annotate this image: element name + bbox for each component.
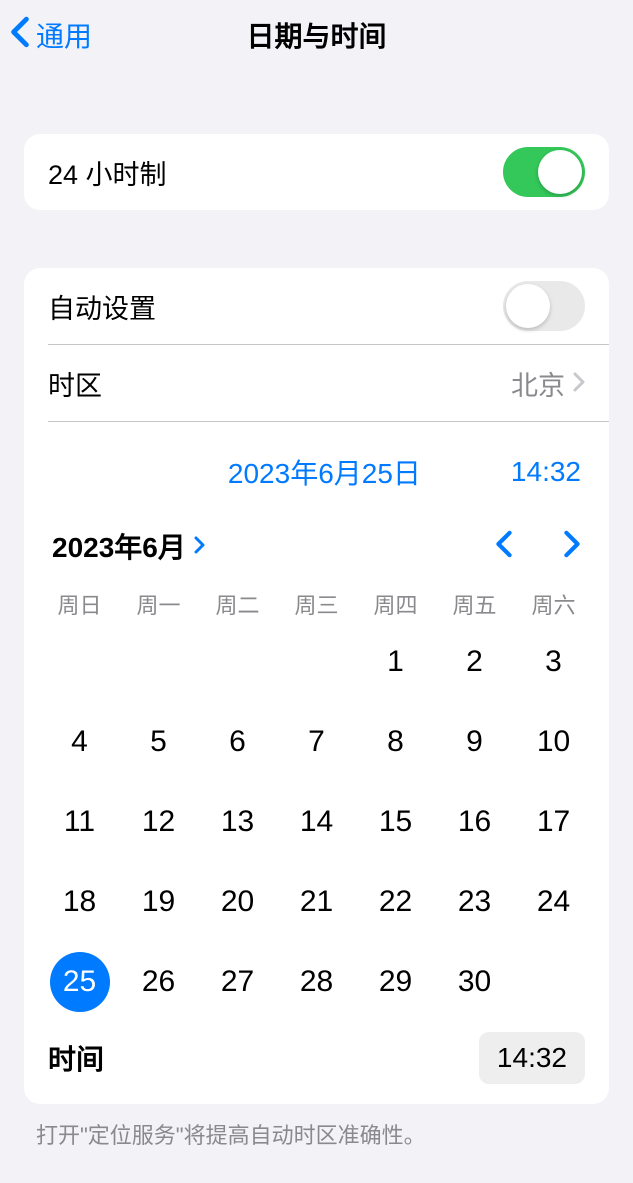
time-label: 时间 — [48, 1038, 104, 1078]
calendar-day[interactable]: 27 — [198, 952, 277, 1012]
calendar-day[interactable]: 26 — [119, 952, 198, 1012]
back-button[interactable]: 通用 — [10, 15, 92, 55]
calendar-day[interactable]: 14 — [277, 792, 356, 852]
chevron-left-icon — [10, 16, 30, 55]
weekday-label: 周一 — [119, 588, 198, 620]
calendar-day[interactable]: 3 — [514, 632, 593, 692]
calendar-day[interactable]: 19 — [119, 872, 198, 932]
calendar-day[interactable]: 25 — [40, 952, 119, 1012]
24-hour-label: 24 小时制 — [48, 153, 167, 192]
footer-hint: 打开"定位服务"将提高自动时区准确性。 — [36, 1118, 597, 1150]
calendar-day[interactable]: 10 — [514, 712, 593, 772]
calendar-day[interactable]: 30 — [435, 952, 514, 1012]
calendar-day[interactable]: 1 — [356, 632, 435, 692]
page-title: 日期与时间 — [0, 15, 633, 55]
weekday-label: 周五 — [435, 588, 514, 620]
auto-set-label: 自动设置 — [48, 287, 156, 326]
weekday-label: 周二 — [198, 588, 277, 620]
row-timezone[interactable]: 时区 北京 — [24, 345, 609, 421]
calendar-day[interactable]: 2 — [435, 632, 514, 692]
calendar-day[interactable]: 20 — [198, 872, 277, 932]
row-auto-set: 自动设置 — [24, 268, 609, 344]
calendar-day[interactable]: 24 — [514, 872, 593, 932]
calendar-day[interactable]: 12 — [119, 792, 198, 852]
calendar-day[interactable]: 9 — [435, 712, 514, 772]
chevron-right-icon — [194, 530, 206, 562]
time-picker-button[interactable]: 14:32 — [479, 1032, 585, 1084]
24-hour-toggle[interactable] — [503, 147, 585, 197]
prev-month-button[interactable] — [495, 530, 513, 563]
month-year-label: 2023年6月 — [52, 526, 186, 566]
selected-date-display[interactable]: 2023年6月25日 — [228, 452, 421, 492]
timezone-label: 时区 — [48, 364, 102, 403]
calendar-day[interactable]: 8 — [356, 712, 435, 772]
selected-time-display[interactable]: 14:32 — [511, 456, 581, 488]
calendar-day[interactable]: 4 — [40, 712, 119, 772]
next-month-button[interactable] — [563, 530, 581, 563]
month-year-button[interactable]: 2023年6月 — [52, 526, 206, 566]
calendar-day[interactable]: 18 — [40, 872, 119, 932]
calendar-day[interactable]: 15 — [356, 792, 435, 852]
weekday-label: 周三 — [277, 588, 356, 620]
calendar-day[interactable]: 21 — [277, 872, 356, 932]
calendar-day[interactable]: 29 — [356, 952, 435, 1012]
calendar-day[interactable]: 16 — [435, 792, 514, 852]
row-24-hour: 24 小时制 — [24, 134, 609, 210]
weekday-label: 周六 — [514, 588, 593, 620]
calendar-day[interactable]: 7 — [277, 712, 356, 772]
calendar-day[interactable]: 11 — [40, 792, 119, 852]
timezone-value: 北京 — [511, 364, 565, 403]
calendar-day[interactable]: 22 — [356, 872, 435, 932]
calendar-day[interactable]: 28 — [277, 952, 356, 1012]
calendar-day[interactable]: 6 — [198, 712, 277, 772]
weekday-label: 周四 — [356, 588, 435, 620]
calendar-day[interactable]: 17 — [514, 792, 593, 852]
calendar-day[interactable]: 23 — [435, 872, 514, 932]
chevron-right-icon — [573, 368, 585, 399]
selected-datetime-row: 2023年6月25日 14:32 — [24, 422, 609, 506]
calendar-day[interactable]: 13 — [198, 792, 277, 852]
auto-set-toggle[interactable] — [503, 281, 585, 331]
back-label: 通用 — [36, 15, 92, 55]
calendar-day[interactable]: 5 — [119, 712, 198, 772]
weekday-label: 周日 — [40, 588, 119, 620]
